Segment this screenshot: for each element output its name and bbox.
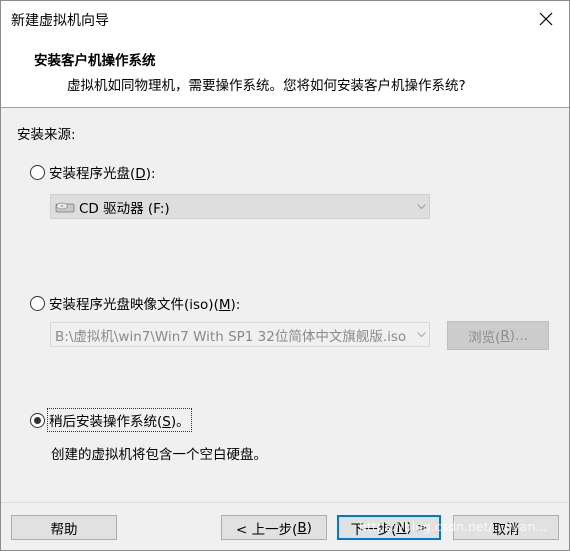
page-subtitle: 虚拟机如同物理机，需要操作系统。您将如何安装客户机操作系统? [67, 78, 466, 94]
install-source-label: 安装来源: [17, 127, 76, 143]
radio-install-later[interactable]: 稍后安装操作系统(S)。 [30, 408, 192, 432]
radio-installer-disc[interactable]: 安装程序光盘(D): [30, 162, 156, 182]
radio-installer-disc-label: 安装程序光盘(D): [49, 166, 156, 182]
wizard-body: 安装来源: 安装程序光盘(D): CD 驱动器 (F:) 安装程序光盘映像文件(… [1, 108, 569, 502]
browse-button[interactable]: 浏览(R)... [447, 321, 549, 350]
help-button[interactable]: 帮助 [11, 515, 117, 540]
radio-button[interactable] [30, 295, 45, 311]
install-later-note: 创建的虚拟机将包含一个空白硬盘。 [51, 447, 267, 463]
chevron-down-icon [413, 323, 429, 346]
wizard-footer: 帮助 < 上一步(B) 下一步(N) > 取消 [1, 503, 569, 550]
close-icon [539, 12, 553, 26]
cd-drive-icon [55, 202, 75, 212]
page-title: 安装客户机操作系统 [34, 53, 156, 69]
radio-button[interactable] [30, 412, 45, 428]
new-vm-wizard-window: 新建虚拟机向导 安装客户机操作系统 虚拟机如同物理机，需要操作系统。您将如何安装… [0, 0, 570, 551]
radio-iso-image[interactable]: 安装程序光盘映像文件(iso)(M): [30, 293, 240, 313]
radio-install-later-label: 稍后安装操作系统(S)。 [47, 408, 192, 432]
radio-button[interactable] [30, 164, 45, 180]
chevron-down-icon [413, 195, 429, 218]
wizard-header: 安装客户机操作系统 虚拟机如同物理机，需要操作系统。您将如何安装客户机操作系统? [1, 37, 569, 107]
close-button[interactable] [531, 5, 561, 33]
cd-drive-value: CD 驱动器 (F:) [79, 200, 170, 217]
cancel-button[interactable]: 取消 [453, 515, 559, 540]
window-title: 新建虚拟机向导 [11, 13, 109, 29]
iso-path-combo[interactable]: B:\虚拟机\win7\Win7 With SP1 32位简体中文旗舰版.iso [50, 322, 430, 347]
radio-iso-image-label: 安装程序光盘映像文件(iso)(M): [49, 297, 241, 313]
iso-path-value: B:\虚拟机\win7\Win7 With SP1 32位简体中文旗舰版.iso [55, 328, 407, 345]
next-button[interactable]: 下一步(N) > [337, 515, 441, 540]
cd-drive-select[interactable]: CD 驱动器 (F:) [50, 194, 430, 219]
back-button[interactable]: < 上一步(B) [221, 515, 327, 540]
title-bar: 新建虚拟机向导 [1, 1, 569, 37]
